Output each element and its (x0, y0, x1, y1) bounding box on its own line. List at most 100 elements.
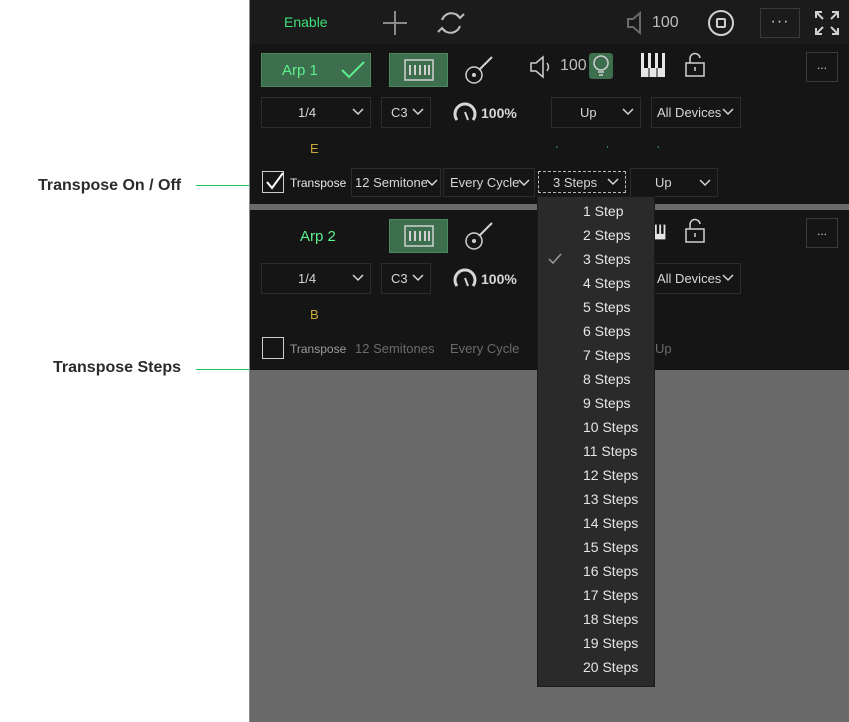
fullscreen-icon[interactable] (812, 8, 842, 38)
menu-item[interactable]: 7 Steps (538, 344, 656, 368)
lightbulb-icon[interactable] (589, 53, 613, 79)
arp2-root-value: C3 (391, 271, 408, 286)
arp2-more-button[interactable]: ... (806, 218, 838, 248)
arp1-steps-value: 3 Steps (553, 175, 598, 190)
chevron-down-icon (699, 179, 711, 187)
arp2-velocity-value: 100% (481, 271, 517, 287)
menu-item[interactable]: 17 Steps (538, 584, 656, 608)
toolbar-more-button[interactable]: ··· (760, 8, 800, 38)
menu-item[interactable]: 14 Steps (538, 512, 656, 536)
menu-item[interactable]: 15 Steps (538, 536, 656, 560)
menu-item[interactable]: 1 Step (538, 200, 656, 224)
arp1-direction-dropdown[interactable]: Up (551, 97, 641, 128)
unlock-icon[interactable] (684, 218, 706, 244)
arpeggiator-app: Enable 100 ··· Arp 1 100 ... 1/4 C3 100%… (249, 0, 849, 722)
menu-item[interactable]: 2 Steps (538, 224, 656, 248)
arp2-device-dropdown[interactable]: All Devices (651, 263, 741, 294)
arp2-rate-dropdown[interactable]: 1/4 (261, 263, 371, 294)
arp1-direction-value: Up (580, 105, 597, 120)
chevron-down-icon (412, 274, 424, 282)
velocity-knob-icon[interactable] (452, 99, 478, 125)
checkmark-icon (266, 172, 284, 190)
callout-transpose-steps: Transpose Steps (53, 359, 182, 376)
arp1-rate-dropdown[interactable]: 1/4 (261, 97, 371, 128)
menu-item[interactable]: 16 Steps (538, 560, 656, 584)
arp2-transpose-direction-dropdown[interactable]: Up (646, 334, 718, 363)
menu-item[interactable]: 10 Steps (538, 416, 656, 440)
arp2-toggle-button[interactable]: Arp 2 (261, 219, 371, 253)
enable-button[interactable]: Enable (284, 14, 328, 30)
toolbar: Enable 100 ··· (250, 0, 849, 44)
velocity-knob-icon[interactable] (452, 265, 478, 291)
speaker-icon[interactable] (622, 8, 652, 38)
arp1-transpose-direction-dropdown[interactable]: Up (630, 168, 718, 197)
arp1-name: Arp 1 (282, 62, 318, 79)
menu-item[interactable]: 9 Steps (538, 392, 656, 416)
menu-item-label: 5 Steps (583, 299, 631, 315)
unlock-icon[interactable] (684, 52, 706, 78)
arp1-semitones-dropdown[interactable]: 12 Semitones (351, 168, 441, 197)
chevron-down-icon (722, 274, 734, 282)
menu-item-label: 14 Steps (583, 515, 639, 531)
speaker-icon[interactable] (528, 54, 554, 80)
menu-item-selected[interactable]: 3 Steps (538, 248, 656, 272)
checkmark-icon (548, 253, 562, 265)
arp1-root-value: C3 (391, 105, 408, 120)
menu-item[interactable]: 13 Steps (538, 488, 656, 512)
menu-item[interactable]: 12 Steps (538, 464, 656, 488)
menu-item-label: 8 Steps (583, 371, 631, 387)
master-volume: 100 (652, 14, 679, 31)
transpose-label: Transpose (290, 342, 347, 356)
menu-item[interactable]: 19 Steps (538, 632, 656, 656)
menu-item-label: 20 Steps (583, 659, 639, 675)
arp1-transpose-direction-value: Up (655, 175, 672, 190)
arp2-current-note: B (310, 307, 319, 322)
arp2-name: Arp 2 (300, 228, 336, 245)
chevron-down-icon (622, 108, 634, 116)
chevron-down-icon (607, 178, 619, 186)
step-indicator-dots: · · · (555, 141, 683, 153)
menu-item-label: 3 Steps (583, 251, 631, 267)
arp1-cycle-value: Every Cycle (450, 175, 520, 190)
menu-item-label: 6 Steps (583, 323, 631, 339)
guitar-icon[interactable] (462, 53, 496, 87)
arp1-volume: 100 (560, 57, 587, 74)
keyboard-mode-button[interactable] (389, 219, 448, 253)
transpose-checkbox[interactable] (262, 171, 284, 193)
arp1-cycle-dropdown[interactable]: Every Cycle (443, 168, 535, 197)
arp1-rate-value: 1/4 (298, 105, 317, 120)
menu-item-label: 2 Steps (583, 227, 631, 243)
add-icon[interactable] (380, 8, 410, 38)
menu-item-label: 12 Steps (583, 467, 639, 483)
menu-item[interactable]: 20 Steps (538, 656, 656, 680)
arp2-cycle-dropdown[interactable]: Every Cycle (443, 334, 535, 363)
menu-item-label: 9 Steps (583, 395, 631, 411)
arp1-steps-dropdown[interactable]: 3 Steps (538, 171, 626, 193)
transpose-label: Transpose (290, 176, 347, 190)
arp2-device-value: All Devices (657, 271, 722, 286)
piano-keys-icon[interactable] (640, 52, 666, 78)
keyboard-icon (404, 225, 434, 247)
chevron-down-icon (412, 108, 424, 116)
arp2-semitones-dropdown[interactable]: 12 Semitones (351, 334, 441, 363)
menu-item[interactable]: 4 Steps (538, 272, 656, 296)
arp1-root-dropdown[interactable]: C3 (381, 97, 431, 128)
arp1-more-button[interactable]: ... (806, 52, 838, 82)
stop-icon[interactable] (706, 8, 736, 38)
menu-item[interactable]: 11 Steps (538, 440, 656, 464)
menu-item-label: 16 Steps (583, 563, 639, 579)
menu-item-label: 17 Steps (583, 587, 639, 603)
keyboard-mode-button[interactable] (389, 53, 448, 87)
arp1-device-dropdown[interactable]: All Devices (651, 97, 741, 128)
menu-item[interactable]: 18 Steps (538, 608, 656, 632)
screenshot: Transpose On / Off Transpose Steps Enabl… (0, 0, 849, 722)
guitar-icon[interactable] (462, 219, 496, 253)
menu-item[interactable]: 6 Steps (538, 320, 656, 344)
menu-item[interactable]: 8 Steps (538, 368, 656, 392)
refresh-icon[interactable] (436, 8, 466, 38)
menu-item-label: 15 Steps (583, 539, 639, 555)
menu-item[interactable]: 5 Steps (538, 296, 656, 320)
transpose-checkbox[interactable] (262, 337, 284, 359)
arp1-toggle-button[interactable]: Arp 1 (261, 53, 371, 87)
arp2-root-dropdown[interactable]: C3 (381, 263, 431, 294)
